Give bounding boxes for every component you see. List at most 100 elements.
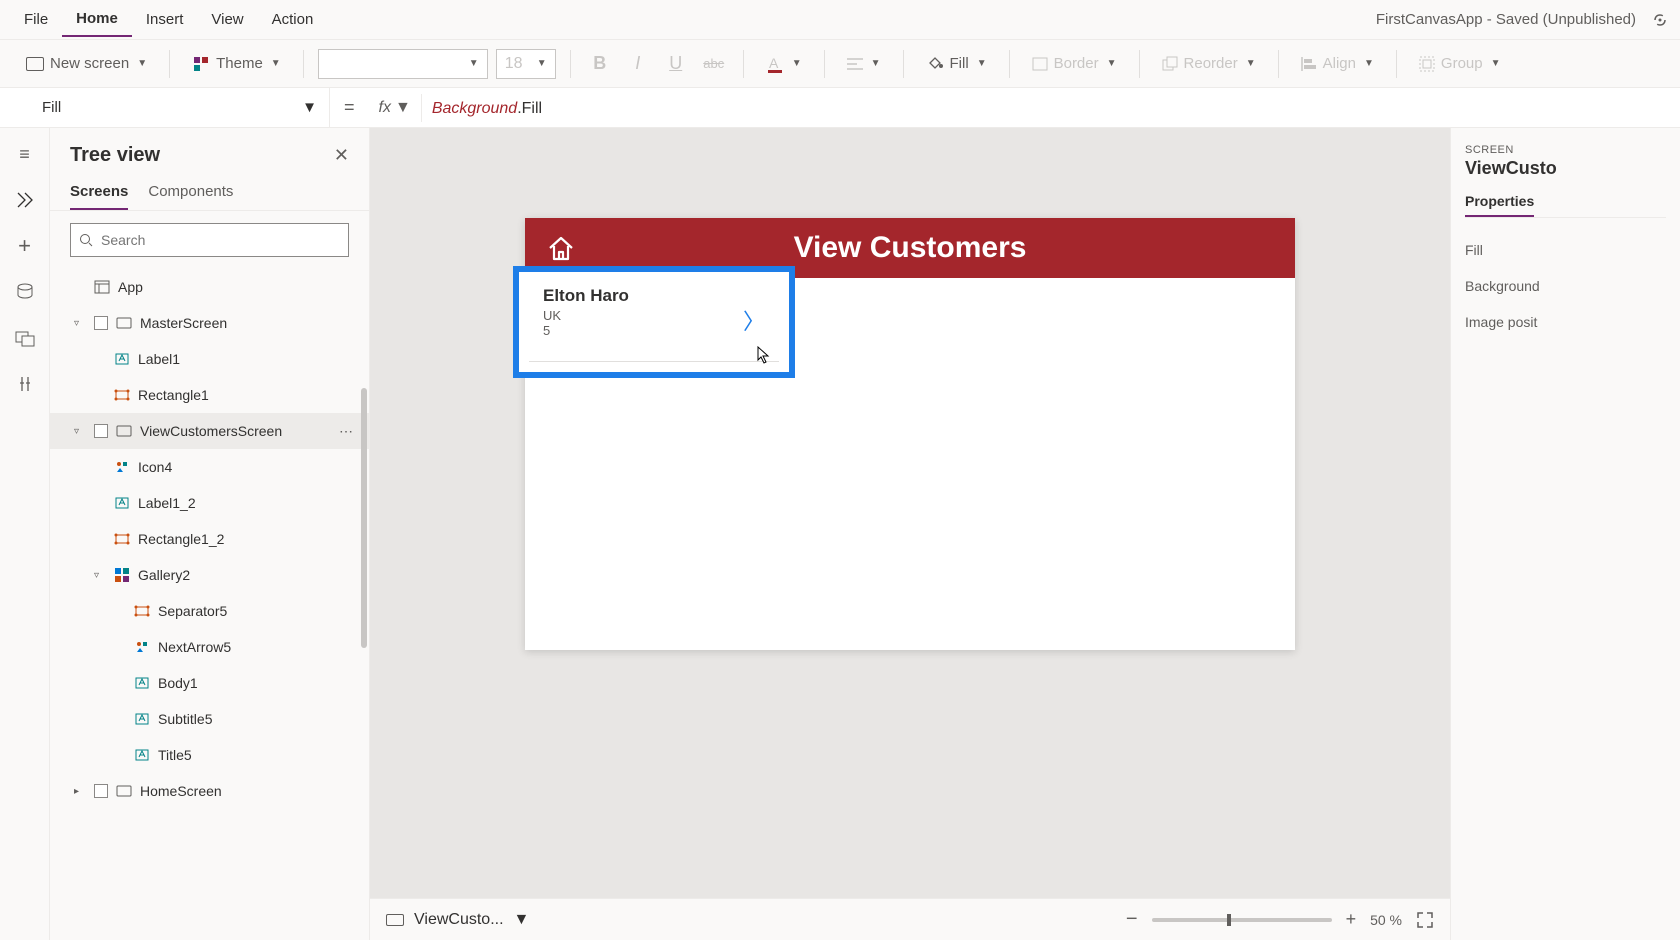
strikethrough-button[interactable]: abc [699, 56, 729, 71]
diagnostics-icon[interactable] [1646, 8, 1670, 32]
chevron-down-icon: ▼ [271, 58, 281, 69]
menu-file[interactable]: File [10, 3, 62, 36]
tools-rail-button[interactable] [13, 372, 37, 396]
tree-item-title5[interactable]: Title5 [50, 737, 369, 773]
tree-item-separator5[interactable]: Separator5 [50, 593, 369, 629]
font-size-select[interactable]: 18▼ [496, 49, 556, 79]
gallery-subtitle[interactable]: UK [543, 308, 771, 323]
caret-down-icon[interactable]: ▿ [74, 318, 86, 329]
caret-down-icon[interactable]: ▿ [94, 570, 106, 581]
zoom-value: 50 [1370, 912, 1386, 928]
hamburger-button[interactable]: ≡ [13, 142, 37, 166]
zoom-unit: % [1390, 912, 1402, 928]
caret-down-icon[interactable]: ▿ [74, 426, 86, 437]
tab-properties[interactable]: Properties [1465, 193, 1534, 217]
tree-item-rectangle1[interactable]: Rectangle1 [50, 377, 369, 413]
tree-item-gallery2[interactable]: ▿Gallery2 [50, 557, 369, 593]
tree-item-homescreen[interactable]: ▸ HomeScreen [50, 773, 369, 809]
checkbox[interactable] [94, 784, 108, 798]
zoom-slider[interactable] [1152, 918, 1332, 922]
label-icon [114, 495, 130, 511]
reorder-button[interactable]: Reorder ▼ [1154, 49, 1264, 78]
border-button[interactable]: Border ▼ [1024, 49, 1125, 78]
prop-row-fill[interactable]: Fill [1465, 232, 1666, 268]
tree-item-label: Subtitle5 [158, 711, 212, 727]
search-wrap [50, 211, 369, 269]
canvas-area: View Customers Elton Haro UK 5 〉 [370, 128, 1450, 940]
prop-row-image-position[interactable]: Image posit [1465, 304, 1666, 340]
tree-item-label1_2[interactable]: Label1_2 [50, 485, 369, 521]
gallery-template-selection[interactable]: Elton Haro UK 5 〉 [513, 266, 795, 378]
insert-rail-button[interactable]: + [13, 234, 37, 258]
canvas-footer: ViewCusto... ▼ − + 50 % [370, 898, 1450, 940]
zoom-in-button[interactable]: + [1346, 909, 1357, 930]
fullscreen-button[interactable] [1416, 911, 1434, 929]
footer-screen-name[interactable]: ViewCusto... [414, 911, 504, 929]
gallery-title[interactable]: Elton Haro [543, 286, 771, 306]
separator [903, 50, 904, 78]
tree-item-app[interactable]: App [50, 269, 369, 305]
canvas-inner[interactable]: View Customers Elton Haro UK 5 〉 [370, 128, 1450, 898]
app-screen[interactable]: View Customers Elton Haro UK 5 〉 [525, 218, 1295, 650]
theme-button[interactable]: Theme ▼ [184, 49, 289, 79]
prop-row-background[interactable]: Background [1465, 268, 1666, 304]
tree-item-label1[interactable]: Label1 [50, 341, 369, 377]
zoom-out-button[interactable]: − [1126, 908, 1138, 931]
object-name: ViewCusto [1465, 158, 1666, 179]
bold-button[interactable]: B [585, 53, 615, 74]
scrollbar[interactable] [359, 388, 369, 868]
caret-right-icon[interactable]: ▸ [74, 786, 86, 797]
tree-item-label: Icon4 [138, 459, 172, 475]
formula-input[interactable]: Background.Fill [422, 98, 1680, 118]
tab-screens[interactable]: Screens [70, 183, 128, 210]
equals-label: = [330, 97, 369, 118]
checkbox[interactable] [94, 424, 108, 438]
menu-insert[interactable]: Insert [132, 3, 198, 36]
search-box[interactable] [70, 223, 349, 257]
fx-button[interactable]: fx ▼ [369, 99, 421, 117]
tree-item-body1[interactable]: Body1 [50, 665, 369, 701]
rect-icon [114, 387, 130, 403]
search-input[interactable] [101, 232, 340, 248]
next-arrow-icon[interactable]: 〉 [743, 304, 765, 336]
align-button[interactable]: Align ▼ [1293, 49, 1382, 78]
property-select[interactable]: Fill ▼ [30, 88, 330, 127]
home-icon[interactable] [545, 232, 577, 264]
gallery-body[interactable]: 5 [543, 323, 771, 338]
data-rail-button[interactable] [13, 280, 37, 304]
tree-item-masterscreen[interactable]: ▿MasterScreen [50, 305, 369, 341]
tree-item-label: HomeScreen [140, 783, 222, 799]
reorder-icon [1162, 56, 1178, 72]
app-header-title[interactable]: View Customers [525, 231, 1295, 265]
formula-token-bg: Background [432, 100, 517, 117]
menu-home[interactable]: Home [62, 2, 132, 37]
tree-item-viewcustomersscreen[interactable]: ▿ViewCustomersScreen⋯ [50, 413, 369, 449]
property-name: Fill [42, 99, 61, 116]
menu-action[interactable]: Action [258, 3, 328, 36]
group-label: Group [1441, 55, 1483, 72]
tree-item-subtitle5[interactable]: Subtitle5 [50, 701, 369, 737]
tab-components[interactable]: Components [148, 183, 233, 210]
more-icon[interactable]: ⋯ [339, 423, 353, 440]
tree-item-label: Rectangle1 [138, 387, 209, 403]
italic-button[interactable]: I [623, 53, 653, 74]
menu-view[interactable]: View [197, 3, 257, 36]
separator [1009, 50, 1010, 78]
font-select[interactable]: ▼ [318, 49, 488, 79]
treeview-rail-button[interactable] [13, 188, 37, 212]
media-rail-button[interactable] [13, 326, 37, 350]
group-button[interactable]: Group ▼ [1411, 49, 1509, 78]
close-panel-button[interactable]: ✕ [334, 145, 349, 166]
chevron-down-icon[interactable]: ▼ [514, 911, 530, 929]
tree-item-nextarrow5[interactable]: NextArrow5 [50, 629, 369, 665]
tree-item-icon4[interactable]: Icon4 [50, 449, 369, 485]
gallery-separator[interactable] [529, 361, 779, 362]
underline-button[interactable]: U [661, 53, 691, 74]
font-color-button[interactable]: A ▼ [758, 49, 810, 79]
fill-button[interactable]: Fill ▼ [918, 49, 995, 79]
checkbox[interactable] [94, 316, 108, 330]
new-screen-button[interactable]: New screen ▼ [18, 49, 155, 78]
text-align-button[interactable]: ▼ [839, 51, 889, 77]
gallery-item[interactable]: Elton Haro UK 5 〉 [519, 272, 789, 372]
tree-item-rectangle1_2[interactable]: Rectangle1_2 [50, 521, 369, 557]
